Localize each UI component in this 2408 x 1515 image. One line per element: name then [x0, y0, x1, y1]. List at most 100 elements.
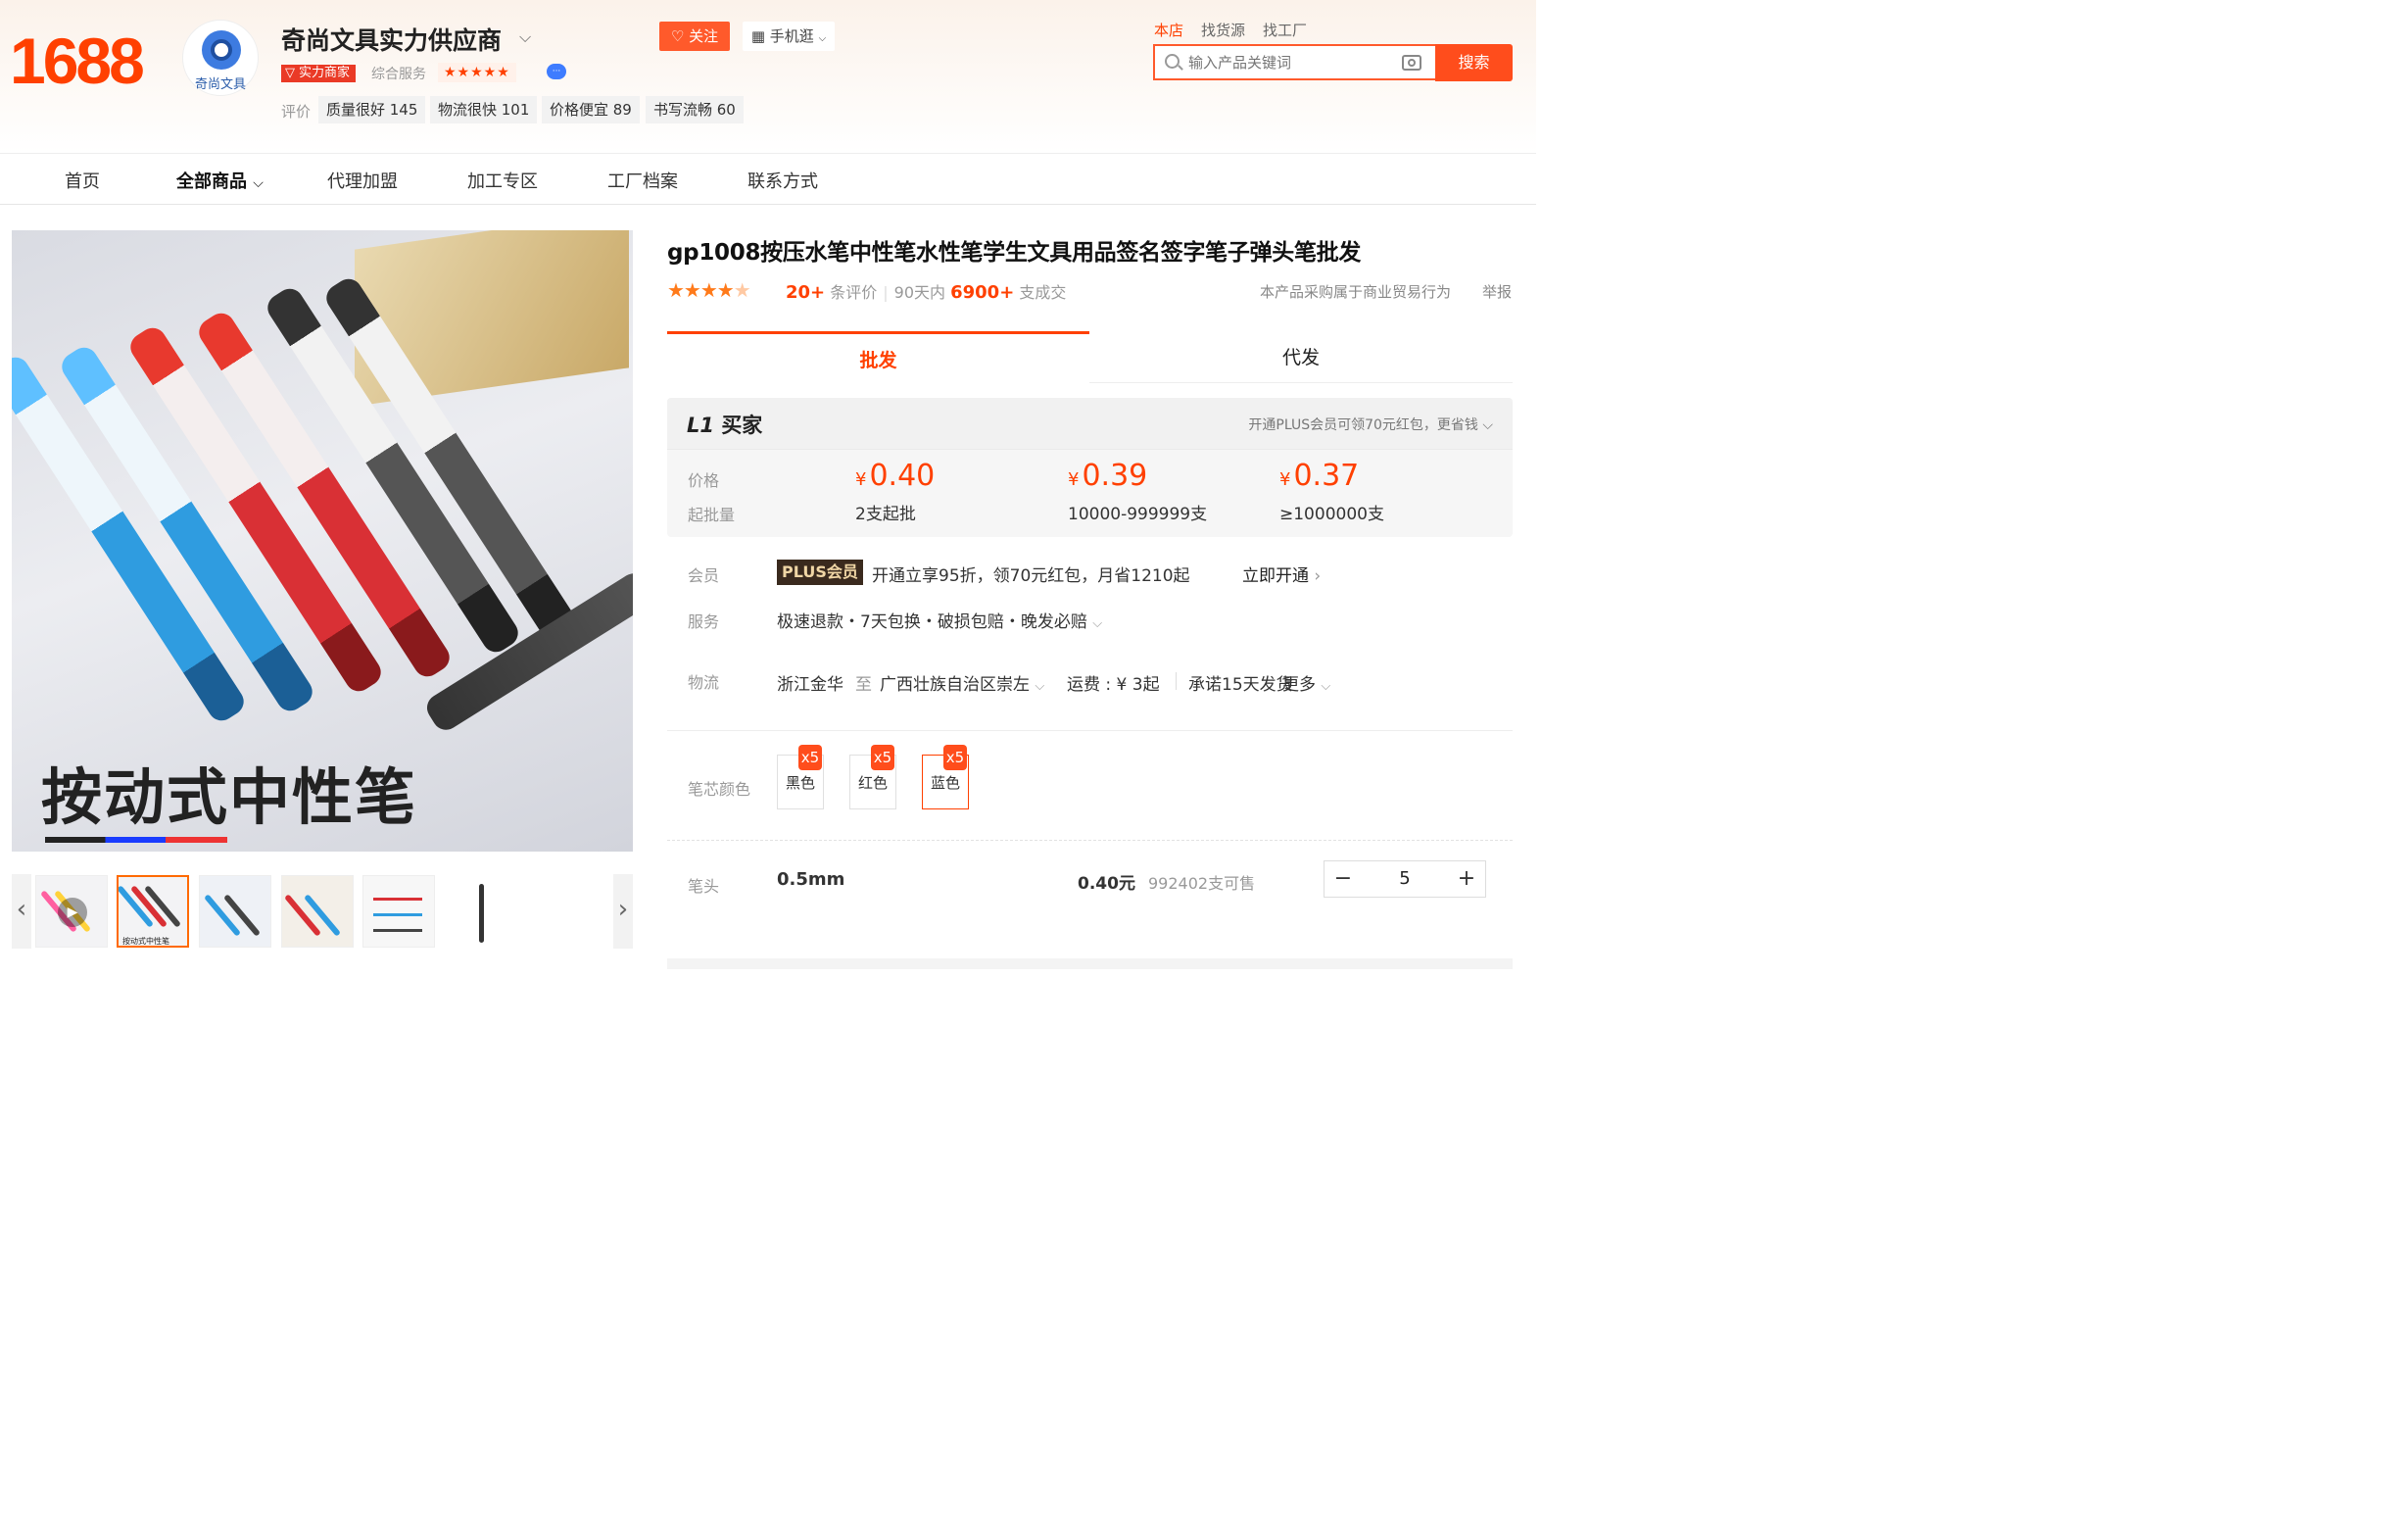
moq-label: 起批量 — [688, 506, 736, 524]
search-scope-factory[interactable]: 找工厂 — [1263, 20, 1307, 40]
owl-logo-icon — [202, 30, 241, 70]
search-input[interactable] — [1188, 50, 1394, 75]
activate-link[interactable]: 立即开通 › — [1242, 562, 1321, 586]
stock-available: 992402支可售 — [1148, 874, 1256, 893]
chevron-down-icon: ⌵ — [1321, 679, 1331, 694]
pen-mini — [373, 913, 422, 916]
to-word: 至 — [855, 675, 872, 695]
main-image-caption: 按动式中性笔 — [41, 761, 418, 833]
pen-mini — [373, 929, 422, 932]
tier-price: ¥0.37 — [1279, 459, 1360, 493]
member-text: 开通立享95折，领70元红包，月省1210起 — [872, 566, 1190, 586]
pen-mini — [303, 894, 342, 937]
sku-label: 笔芯颜色 — [688, 780, 751, 799]
report-link[interactable]: 举报 — [1482, 281, 1512, 302]
tip-label: 笔头 — [688, 877, 720, 896]
follow-button[interactable]: ♡ 关注 — [659, 22, 730, 51]
power-badge-icon: ▽ — [285, 66, 295, 80]
more-logistics[interactable]: 更多 ⌵ — [1282, 670, 1330, 695]
tier-qty: 2支起批 — [855, 505, 916, 524]
product-main-image[interactable]: 按动式中性笔 — [12, 230, 633, 852]
tab-dropship[interactable]: 代发 — [1089, 335, 1513, 383]
mobile-browse-button[interactable]: ▦ 手机逛 ⌵ — [743, 22, 835, 51]
reviews-label: 评价 — [281, 103, 312, 121]
business-note: 本产品采购属于商业贸易行为 — [1260, 283, 1452, 301]
pen-mini — [479, 884, 484, 943]
review-tag[interactable]: 质量很好 145 — [318, 96, 426, 123]
shop-nav: 首页 全部商品 ⌵ 代理加盟 加工专区 工厂档案 联系方式 — [0, 153, 1536, 205]
tier-price: ¥0.39 — [1068, 459, 1148, 493]
thumbnail[interactable] — [199, 875, 271, 948]
search-scope-source[interactable]: 找货源 — [1201, 20, 1245, 40]
service-label: 服务 — [688, 612, 720, 631]
quantity-input[interactable]: 5 — [1362, 861, 1448, 897]
price-label: 价格 — [688, 471, 720, 490]
bottom-bar — [667, 958, 1513, 969]
chevron-left-icon[interactable]: ‹ — [12, 874, 31, 949]
thumbnail-strip: ‹ ▶ 按动式中性笔 › — [12, 872, 633, 949]
search-icon — [1165, 54, 1180, 69]
shop-name[interactable]: 奇尚文具实力供应商 — [281, 22, 502, 57]
thumbnail-selected[interactable]: 按动式中性笔 — [117, 875, 189, 948]
ship-promise: 承诺15天发货 — [1188, 675, 1293, 695]
thumb-caption: 按动式中性笔 — [122, 937, 169, 946]
service-guarantees[interactable]: 极速退款・7天包换・破损包赔・晚发必赔 ⌵ — [777, 608, 1102, 632]
nav-all-products[interactable]: 全部商品 ⌵ — [176, 168, 264, 193]
review-tag[interactable]: 书写流畅 60 — [646, 96, 744, 123]
review-tag[interactable]: 物流很快 101 — [430, 96, 538, 123]
nav-processing[interactable]: 加工专区 — [467, 168, 538, 193]
shop-header: 1688 奇尚文具 奇尚文具实力供应商 ⌵ ▽ 实力商家 综合服务 ★★★★★ ·… — [0, 0, 1536, 153]
buyer-level: L1 买家 — [687, 414, 763, 437]
search-scope-shop[interactable]: 本店 — [1154, 20, 1183, 40]
logistics-label: 物流 — [688, 673, 720, 692]
decrease-button[interactable]: − — [1324, 861, 1362, 897]
review-tag[interactable]: 价格便宜 89 — [542, 96, 640, 123]
nav-factory[interactable]: 工厂档案 — [607, 168, 678, 193]
sku-count-badge: x5 — [798, 745, 822, 770]
camera-icon[interactable] — [1402, 55, 1421, 71]
nav-contact[interactable]: 联系方式 — [747, 168, 818, 193]
power-merchant-badge: ▽ 实力商家 — [281, 65, 357, 82]
product-title: gp1008按压水笔中性笔水性笔学生文具用品签名签字笔子弹头笔批发 — [667, 240, 1362, 266]
thumbnail[interactable] — [362, 875, 435, 948]
nav-agency[interactable]: 代理加盟 — [327, 168, 398, 193]
play-icon: ▶ — [58, 898, 87, 927]
tab-wholesale[interactable]: 批发 — [667, 331, 1089, 383]
thumbnail-video[interactable]: ▶ — [35, 875, 108, 948]
quantity-stepper: − 5 + — [1324, 860, 1486, 898]
increase-button[interactable]: + — [1448, 861, 1485, 897]
price-box: L1 买家 开通PLUS会员可领70元红包，更省钱 ⌵ 价格 起批量 ¥0.40… — [667, 398, 1513, 537]
member-label: 会员 — [688, 566, 720, 585]
plus-member-badge: PLUS会员 — [777, 560, 863, 585]
chat-icon[interactable]: ··· — [547, 64, 566, 79]
pen-mini — [222, 894, 262, 937]
divider — [1176, 672, 1177, 690]
ship-to-selector[interactable]: 广西壮族自治区崇左 ⌵ — [880, 670, 1044, 695]
sku-count-badge: x5 — [943, 745, 967, 770]
heart-icon: ♡ — [670, 27, 685, 45]
shipping-fee: 运费 : ¥ 3起 — [1067, 675, 1160, 695]
rating-summary[interactable]: 20+ 条评价 | 90天内 6900+ 支成交 — [786, 279, 1066, 303]
shop-avatar-text: 奇尚文具 — [194, 77, 246, 92]
thumbnail[interactable] — [281, 875, 354, 948]
chevron-right-icon: › — [1314, 566, 1322, 586]
thumbnail[interactable] — [444, 875, 516, 948]
rating-stars: ★★★★★ — [667, 278, 751, 302]
ship-from: 浙江金华 — [777, 675, 843, 695]
service-stars: ★★★★★ — [438, 63, 516, 82]
tier-qty: 10000-999999支 — [1068, 505, 1208, 524]
pen-mini — [203, 894, 242, 937]
search-button[interactable]: 搜索 — [1435, 44, 1513, 81]
pen-mini — [373, 898, 422, 901]
site-logo[interactable]: 1688 — [10, 24, 145, 98]
pen-mini — [283, 894, 322, 937]
chevron-down-icon: ⌵ — [1482, 417, 1493, 433]
chevron-down-icon[interactable]: ⌵ — [519, 27, 531, 47]
plus-promo[interactable]: 开通PLUS会员可领70元红包，更省钱 ⌵ — [1248, 415, 1493, 434]
nav-home[interactable]: 首页 — [65, 168, 100, 193]
chevron-down-icon: ⌵ — [1092, 616, 1103, 631]
shop-avatar[interactable]: 奇尚文具 — [182, 20, 259, 96]
search-box — [1153, 44, 1437, 80]
tier-qty: ≥1000000支 — [1279, 505, 1384, 524]
chevron-right-icon[interactable]: › — [613, 874, 633, 949]
